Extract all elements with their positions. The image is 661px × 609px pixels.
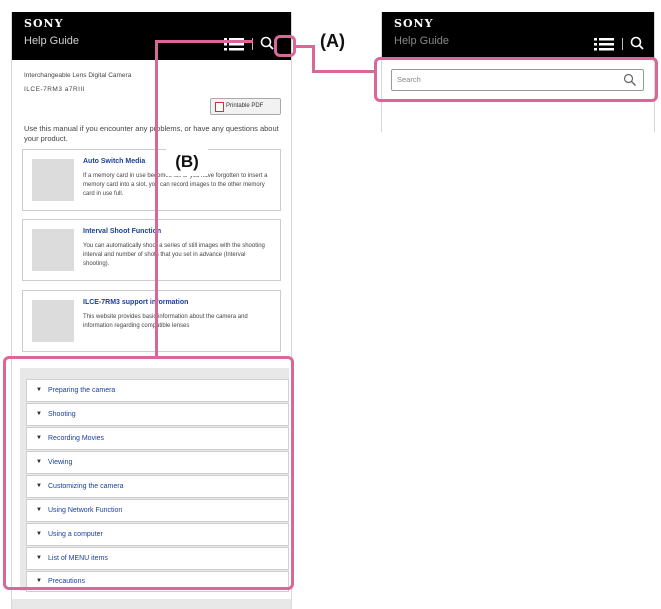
toc-item[interactable]: ▼ Using a computer [26,523,289,546]
header-divider [622,38,623,50]
search-icon[interactable] [623,73,637,87]
callout-label-b: (B) [166,148,208,176]
toc-item-label: Recording Movies [48,435,105,442]
card-description: If a memory card in use becomes full or … [83,173,268,197]
app-title: Help Guide [24,35,80,47]
brand-logo: SONY [24,17,64,30]
callout-label-a: (A) [320,31,345,52]
card-description: This website provides basic information … [83,314,248,329]
header-bar: SONY Help Guide [382,12,654,58]
toc-item-label: Shooting [48,411,76,418]
menu-icon[interactable] [594,37,614,51]
toc-item[interactable]: ▼ Recording Movies [26,427,289,450]
card-title[interactable]: ILCE-7RM3 support information [83,299,188,306]
toc-item-label: Using Network Function [48,507,123,514]
card-title[interactable]: Interval Shoot Function [83,228,161,235]
callout-b-connector [155,40,158,358]
model-number: ILCE-7RM3 a7RIII [24,86,86,93]
toc-item-label: List of MENU items [48,555,108,562]
card-title[interactable]: Auto Switch Media [83,158,145,165]
toc-item-label: Precautions [48,578,85,585]
table-of-contents: ▼ Preparing the camera ▼ Shooting ▼ Recordi… [20,368,289,592]
callout-a-connector [294,45,314,48]
triangle-down-icon: ▼ [36,507,42,513]
triangle-down-icon: ▼ [36,387,42,393]
footer-strip [12,599,291,609]
brand-logo: SONY [394,17,434,30]
search-input[interactable]: Search [391,69,644,91]
right-screen: SONY Help Guide Search [381,12,655,132]
intro-text: Use this manual if you encounter any pro… [24,124,279,143]
printable-pdf-button[interactable]: Printable PDF [210,98,281,115]
left-screen: SONY Help Guide Interchangeable Lens Dig… [11,12,292,609]
toc-item-label: Preparing the camera [48,387,116,394]
callout-a-connector [312,70,377,73]
card-description: You can automatically shoot a series of … [83,243,265,267]
pdf-icon [215,102,224,112]
card-thumbnail [32,159,74,201]
toc-item[interactable]: ▼ Shooting [26,403,289,426]
toc-item-label: Using a computer [48,531,103,538]
model-description: Interchangeable Lens Digital Camera [24,72,132,79]
header-divider [252,38,253,50]
app-title: Help Guide [394,35,450,47]
triangle-down-icon: ▼ [36,578,42,584]
search-icon[interactable] [630,36,648,52]
toc-item[interactable]: ▼ Customizing the camera [26,475,289,498]
toc-item-label: Viewing [48,459,73,466]
card-thumbnail [32,229,74,271]
triangle-down-icon: ▼ [36,411,42,417]
feature-card[interactable]: Interval Shoot Function You can automati… [22,219,281,281]
header-bar: SONY Help Guide [12,12,291,60]
feature-card[interactable]: Auto Switch Media If a memory card in us… [22,149,281,211]
toc-item[interactable]: ▼ List of MENU items [26,547,289,570]
triangle-down-icon: ▼ [36,459,42,465]
triangle-down-icon: ▼ [36,483,42,489]
callout-a-connector [312,45,315,73]
feature-card[interactable]: ILCE-7RM3 support information This websi… [22,290,281,352]
toc-item[interactable]: ▼ Preparing the camera [26,379,289,402]
search-icon[interactable] [260,36,278,52]
card-thumbnail [32,300,74,342]
pdf-button-label: Printable PDF [226,103,264,109]
toc-item-label: Customizing the camera [48,483,124,490]
triangle-down-icon: ▼ [36,555,42,561]
toc-item[interactable]: ▼ Viewing [26,451,289,474]
toc-item[interactable]: ▼ Precautions [26,571,289,592]
triangle-down-icon: ▼ [36,435,42,441]
search-placeholder: Search [397,75,421,84]
menu-icon[interactable] [224,37,244,51]
toc-item[interactable]: ▼ Using Network Function [26,499,289,522]
triangle-down-icon: ▼ [36,531,42,537]
